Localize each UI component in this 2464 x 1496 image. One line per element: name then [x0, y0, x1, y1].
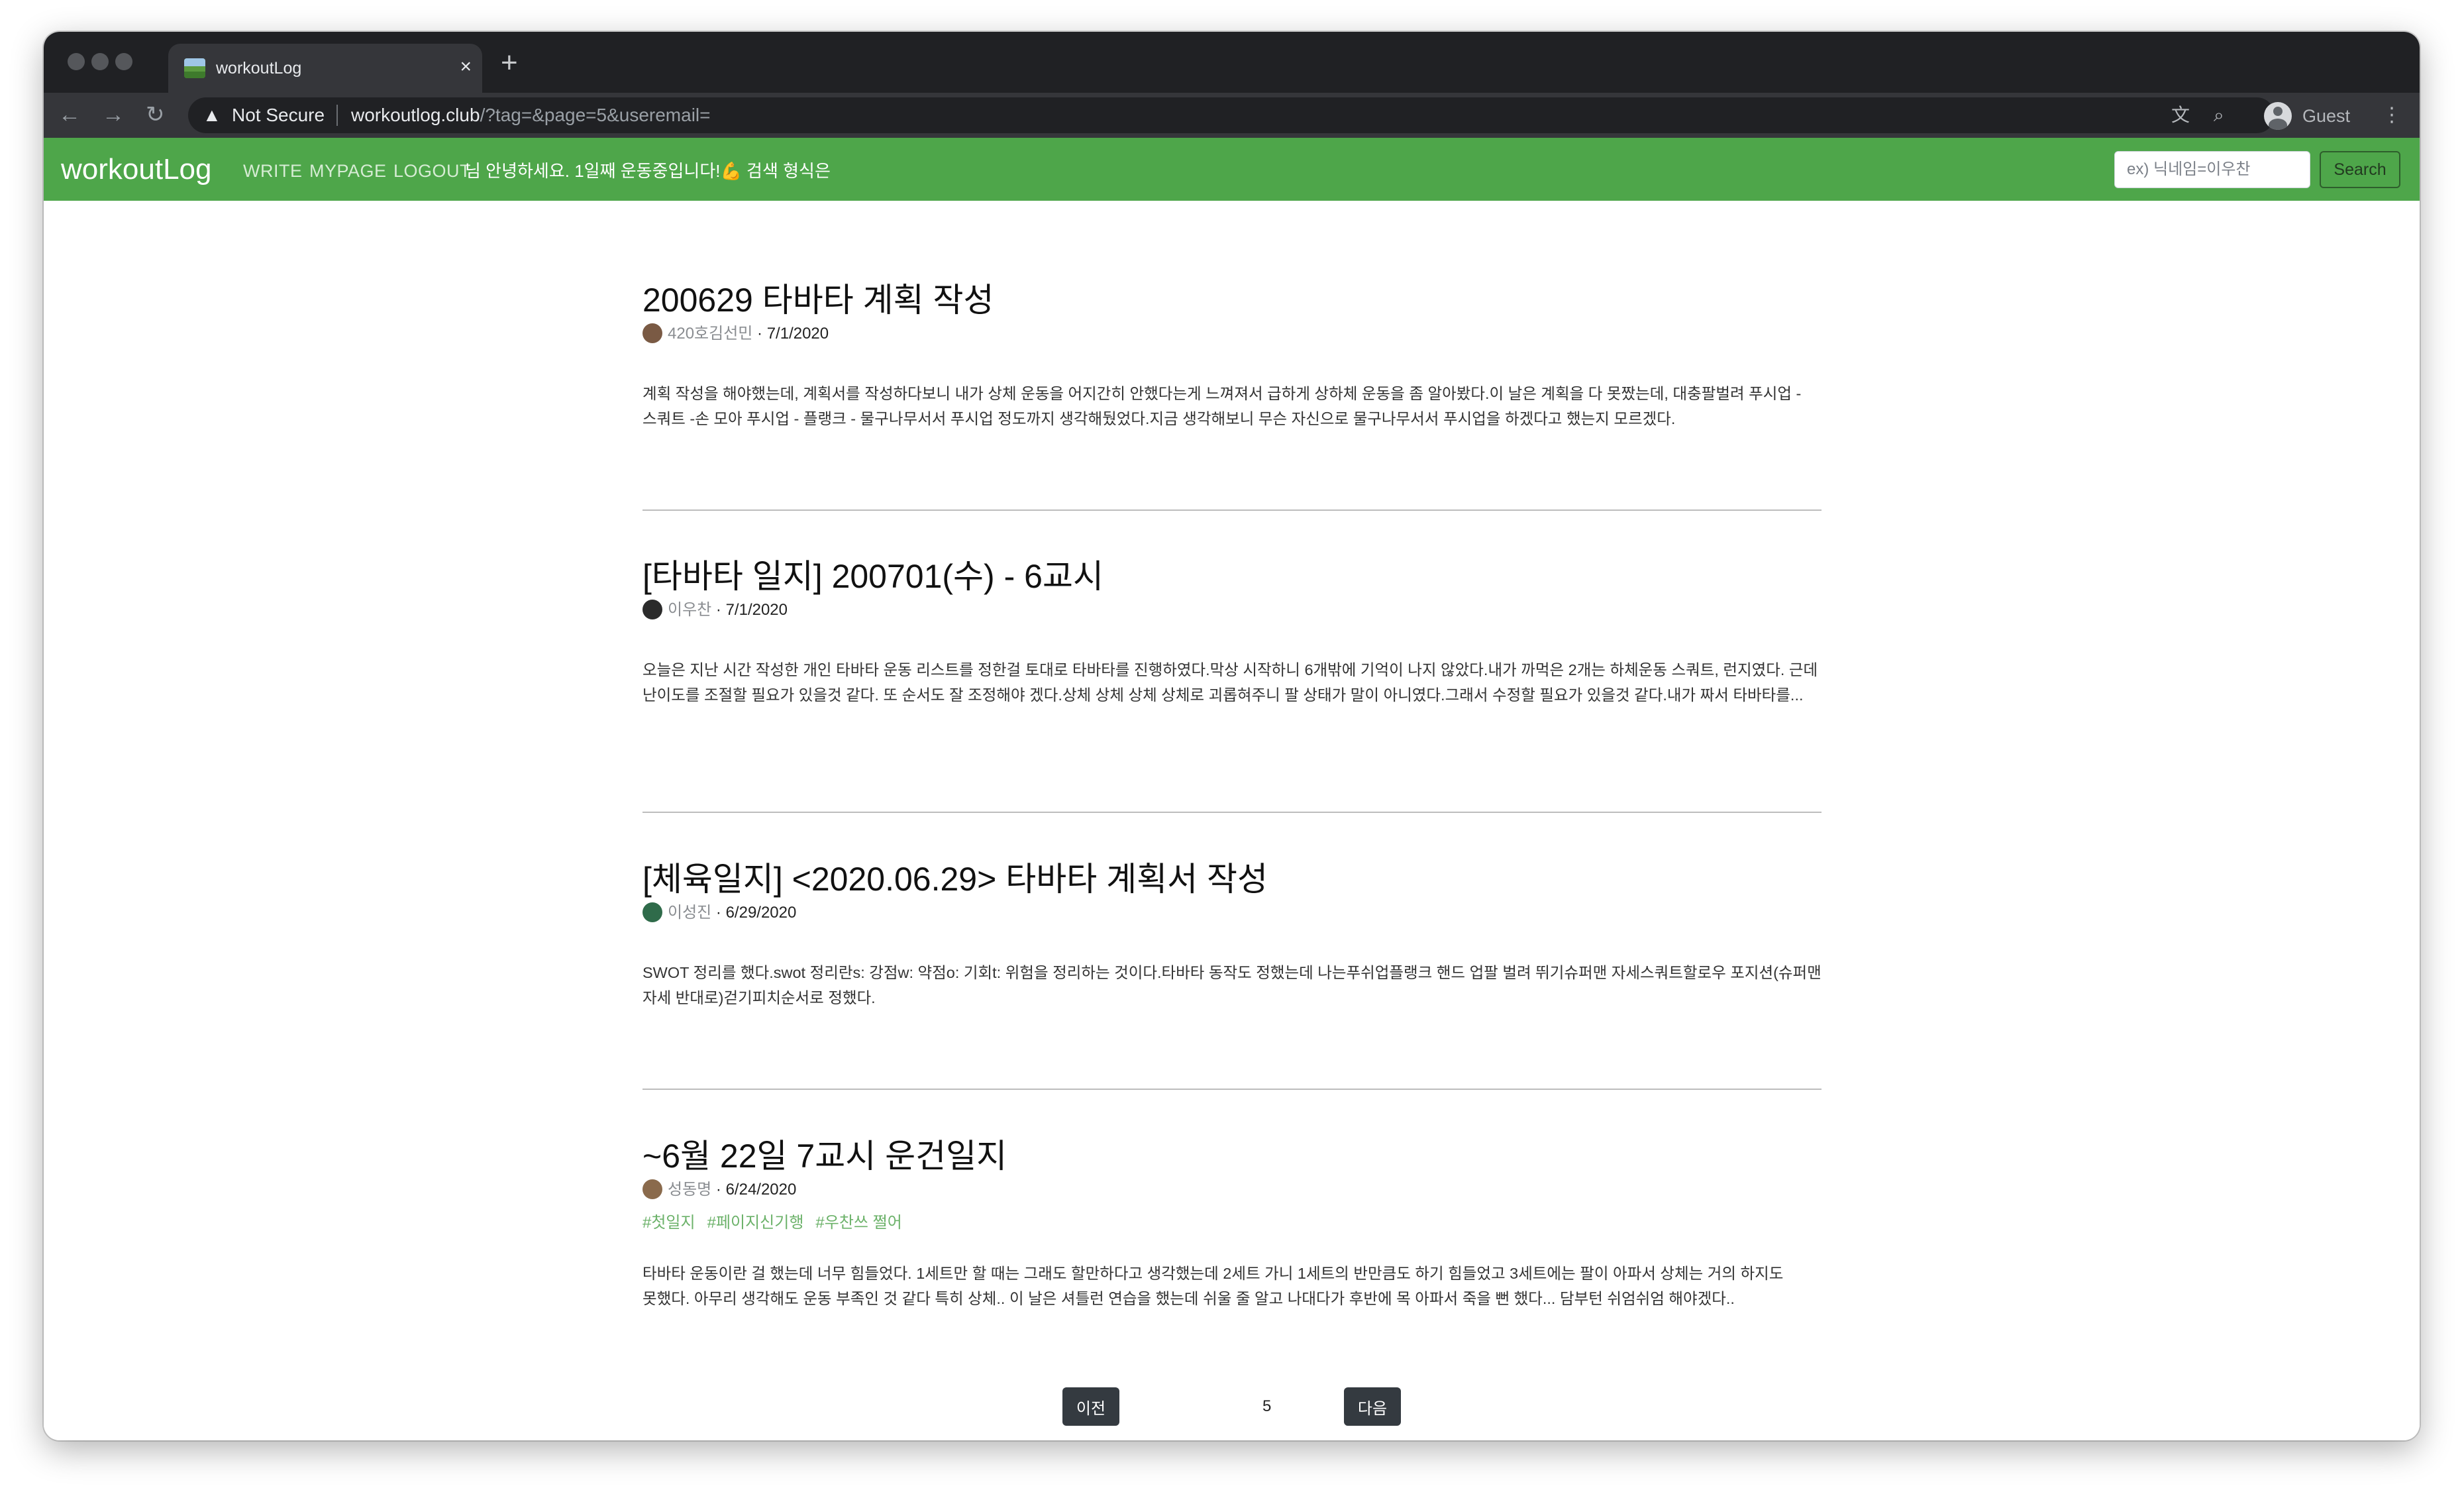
- profile-icon[interactable]: [2264, 102, 2292, 130]
- avatar: [642, 323, 662, 343]
- search-input[interactable]: [2114, 151, 2310, 188]
- minimize-window-button[interactable]: [91, 53, 109, 70]
- back-arrow-icon[interactable]: ←: [58, 99, 81, 130]
- post-divider: [642, 1089, 1822, 1090]
- zoom-icon[interactable]: ⌕: [2214, 100, 2224, 131]
- url-host: workoutlog.club: [351, 105, 480, 125]
- post-author[interactable]: 이성진: [668, 904, 711, 922]
- brand-logo[interactable]: workoutLog: [61, 152, 211, 187]
- tab-strip: workoutLog × +: [44, 32, 2420, 93]
- post-title[interactable]: [타바타 일지] 200701(수) - 6교시: [642, 557, 1822, 596]
- post-meta: 420호김선민 · 7/1/2020: [642, 323, 1822, 345]
- post-meta: 이우찬 · 7/1/2020: [642, 599, 1822, 621]
- reload-icon[interactable]: ↻: [146, 99, 165, 130]
- post-item[interactable]: [체육일지] <2020.06.29> 타바타 계획서 작성 이성진 · 6/2…: [642, 859, 1822, 1010]
- security-label[interactable]: Not Secure: [232, 104, 325, 127]
- post-date: 6/24/2020: [725, 1181, 797, 1199]
- tab-title: workoutLog: [216, 59, 302, 78]
- post-tag[interactable]: #우찬쓰 쩔어: [815, 1214, 901, 1232]
- next-page-button[interactable]: 다음: [1344, 1387, 1401, 1426]
- browser-tab[interactable]: workoutLog ×: [168, 44, 482, 93]
- post-date: 7/1/2020: [725, 601, 788, 619]
- current-page-number: 5: [1262, 1397, 1272, 1415]
- post-item[interactable]: 200629 타바타 계획 작성 420호김선민 · 7/1/2020 계획 작…: [642, 280, 1822, 431]
- new-tab-icon[interactable]: +: [501, 46, 518, 80]
- browser-toolbar: ← → ↻ ▲ Not Secure workoutlog.club/?tag=…: [44, 93, 2420, 138]
- post-tag[interactable]: #첫일지: [642, 1214, 695, 1232]
- post-meta: 이성진 · 6/29/2020: [642, 902, 1822, 924]
- close-window-button[interactable]: [68, 53, 85, 70]
- post-author[interactable]: 성동명: [668, 1181, 711, 1199]
- post-tag[interactable]: #페이지신기행: [707, 1214, 804, 1232]
- avatar: [642, 1179, 662, 1199]
- post-tags: #첫일지 #페이지신기행 #우찬쓰 쩔어: [642, 1212, 1822, 1234]
- post-list: 200629 타바타 계획 작성 420호김선민 · 7/1/2020 계획 작…: [44, 201, 2420, 1440]
- post-item[interactable]: ~6월 22일 7교시 운건일지 성동명 · 6/24/2020 #첫일지 #페이…: [642, 1136, 1822, 1311]
- translate-icon[interactable]: 文: [2171, 100, 2190, 131]
- browser-window: workoutLog × + ← → ↻ ▲ Not Secure workou…: [44, 32, 2420, 1440]
- search-button[interactable]: Search: [2320, 151, 2400, 188]
- address-divider: [336, 105, 338, 126]
- kebab-menu-icon[interactable]: ⋮: [2382, 102, 2402, 129]
- tab-close-icon[interactable]: ×: [460, 54, 472, 80]
- post-meta: 성동명 · 6/24/2020: [642, 1179, 1822, 1201]
- post-author[interactable]: 420호김선민: [668, 325, 752, 343]
- post-item[interactable]: [타바타 일지] 200701(수) - 6교시 이우찬 · 7/1/2020 …: [642, 557, 1822, 708]
- post-title[interactable]: [체육일지] <2020.06.29> 타바타 계획서 작성: [642, 859, 1822, 899]
- avatar: [642, 600, 662, 619]
- post-author[interactable]: 이우찬: [668, 601, 711, 619]
- url-path: /?tag=&page=5&useremail=: [480, 105, 711, 125]
- post-title[interactable]: 200629 타바타 계획 작성: [642, 280, 1822, 320]
- post-divider: [642, 812, 1822, 813]
- profile-label[interactable]: Guest: [2302, 103, 2350, 129]
- site-navbar: workoutLog WRITE MYPAGE LOGOUT 님 안녕하세요. …: [44, 138, 2420, 201]
- post-date: 6/29/2020: [725, 904, 797, 922]
- nav-link-write[interactable]: WRITE: [243, 160, 303, 182]
- post-excerpt: SWOT 정리를 했다.swot 정리란s: 강점w: 약점o: 기회t: 위험…: [642, 964, 1822, 1006]
- nav-link-mypage[interactable]: MYPAGE: [309, 160, 387, 182]
- prev-page-button[interactable]: 이전: [1062, 1387, 1119, 1426]
- forward-arrow-icon[interactable]: →: [102, 99, 125, 130]
- post-date: 7/1/2020: [766, 325, 829, 343]
- address-bar[interactable]: ▲ Not Secure workoutlog.club/?tag=&page=…: [188, 97, 2275, 133]
- post-excerpt: 계획 작성을 해야했는데, 계획서를 작성하다보니 내가 상체 운동을 어지간히…: [642, 385, 1802, 427]
- favicon-icon: [184, 58, 205, 78]
- nav-link-logout[interactable]: LOGOUT: [393, 160, 471, 182]
- post-excerpt: 오늘은 지난 시간 작성한 개인 타바타 운동 리스트를 정한걸 토대로 타바타…: [642, 661, 1818, 704]
- post-divider: [642, 509, 1822, 511]
- greeting-text: 님 안녕하세요. 1일째 운동중입니다!💪 검색 형식은: [465, 161, 831, 181]
- post-title[interactable]: ~6월 22일 7교시 운건일지: [642, 1136, 1822, 1176]
- post-excerpt: 타바타 운동이란 걸 했는데 너무 힘들었다. 1세트만 할 때는 그래도 할만…: [642, 1265, 1784, 1307]
- url-text[interactable]: workoutlog.club/?tag=&page=5&useremail=: [351, 104, 710, 127]
- warning-triangle-icon[interactable]: ▲: [203, 104, 221, 127]
- maximize-window-button[interactable]: [115, 53, 132, 70]
- avatar: [642, 902, 662, 922]
